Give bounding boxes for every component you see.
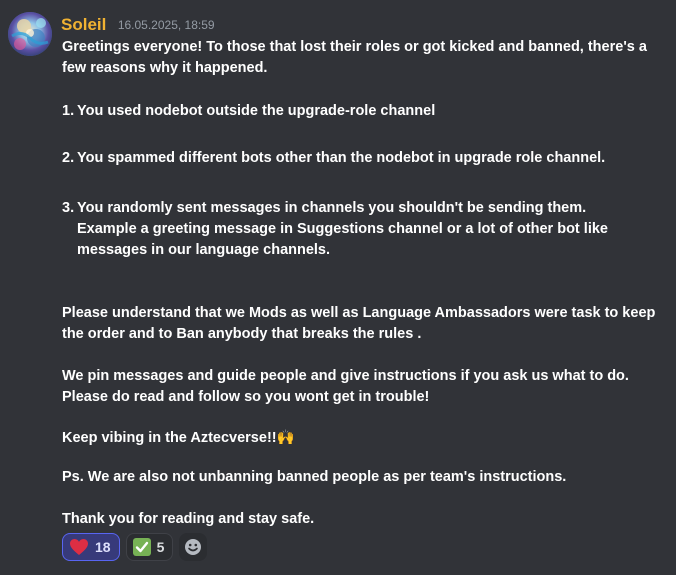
reason-text: You used nodebot outside the upgrade-rol… <box>77 103 436 119</box>
list-number: 3. <box>62 200 75 216</box>
message-intro: Greetings everyone! To those that lost t… <box>62 39 647 76</box>
reactions-bar: 18 5 <box>62 533 208 561</box>
reaction-count: 18 <box>95 539 111 555</box>
list-number: 2. <box>62 150 75 166</box>
add-reaction-button[interactable] <box>179 533 208 561</box>
list-number: 1. <box>62 103 75 119</box>
message-header: Soleil 16.05.2025, 18:59 <box>61 15 215 35</box>
reaction-heart[interactable]: 18 <box>62 533 120 561</box>
author-username[interactable]: Soleil <box>61 15 106 34</box>
message-timestamp: 16.05.2025, 18:59 <box>117 18 215 32</box>
message-paragraph-thanks: Thank you for reading and stay safe. <box>62 511 315 527</box>
heart-icon <box>70 539 88 555</box>
reaction-check[interactable]: 5 <box>125 533 174 561</box>
message-paragraph-pin: We pin messages and guide people and giv… <box>62 368 629 405</box>
avatar-image <box>8 12 52 56</box>
message-paragraph-vibing: Keep vibing in the Aztecverse!!🙌 <box>62 428 662 449</box>
check-mark-icon <box>132 538 151 556</box>
reason-text: You randomly sent messages in channels y… <box>77 200 608 258</box>
reason-text: You spammed different bots other than th… <box>77 150 606 166</box>
smiley-add-icon <box>185 539 202 555</box>
vibing-text: Keep vibing in the Aztecverse!! <box>62 430 277 446</box>
raising-hands-icon: 🙌 <box>276 430 295 446</box>
chat-panel: Soleil 16.05.2025, 18:59 Greetings every… <box>0 0 676 575</box>
reason-list-item: 3. You randomly sent messages in channel… <box>62 198 642 261</box>
avatar[interactable] <box>8 12 52 56</box>
message-paragraph-understand: Please understand that we Mods as well a… <box>62 305 656 342</box>
message-paragraph-ps: Ps. We are also not unbanning banned peo… <box>62 469 567 485</box>
reason-list-item: 2. You spammed different bots other than… <box>62 148 652 169</box>
reaction-count: 5 <box>156 539 165 555</box>
reason-list-item: 1. You used nodebot outside the upgrade-… <box>62 101 652 122</box>
window-edge <box>676 0 680 575</box>
